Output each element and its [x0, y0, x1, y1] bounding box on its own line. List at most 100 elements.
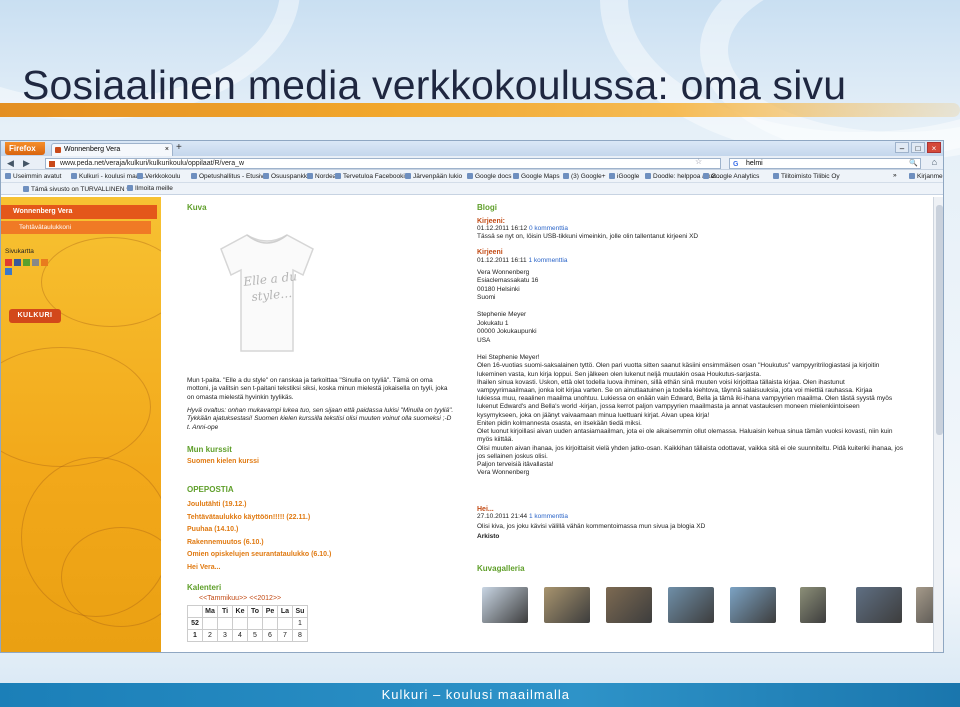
post-text: Olisi kiva, jos joku kävisi välillä vähä… — [477, 523, 706, 530]
search-value: helmi — [746, 160, 763, 167]
calendar-nav[interactable]: <<Tammikuu>> <<2012>> — [199, 595, 281, 602]
opepostia-item[interactable]: Omien opiskelujen seurantataulukko (6.10… — [187, 549, 455, 562]
bookmarks-overflow-icon[interactable]: » — [893, 172, 897, 179]
calendar-day[interactable]: 4 — [232, 629, 248, 642]
close-icon[interactable]: × — [927, 142, 941, 153]
gallery-thumbnail[interactable] — [856, 587, 902, 623]
bookmark-item[interactable]: Tilitoimisto Tilibic Oy — [773, 173, 840, 180]
bookmark-item[interactable]: Google Analytics — [703, 173, 759, 180]
letter-line: Paljon terveisiä itävallasta! — [477, 460, 554, 468]
sidebar-item-tehtavataulukko[interactable]: Tehtävätaulukkoni — [1, 221, 151, 234]
calendar-day[interactable]: 3 — [217, 629, 233, 642]
search-icon[interactable]: 🔍 — [909, 159, 918, 169]
tshirt-text: Elle a du style… — [242, 269, 298, 305]
url-input[interactable]: www.peda.net/veraja/kulkuri/kulkurikoulu… — [45, 158, 721, 169]
safety-button[interactable]: Tämä sivusto on TURVALLINEN ▾ — [23, 185, 130, 193]
share-icon[interactable] — [5, 259, 12, 266]
bookmark-item[interactable]: Tervetuloa Facebooki... — [335, 173, 410, 180]
opepostia-item[interactable]: Tehtävätaulukko käyttöön!!!!! (22.11.) — [187, 512, 455, 525]
opepostia-item[interactable]: Joulutähti (19.12.) — [187, 499, 455, 512]
calendar-day[interactable]: 1 — [292, 617, 308, 630]
post-title[interactable]: Kirjeeni: — [477, 218, 927, 225]
calendar-day[interactable] — [247, 617, 263, 630]
bookmark-item[interactable]: Google docs — [467, 173, 512, 180]
maximize-icon[interactable]: □ — [911, 142, 925, 153]
opepostia-item[interactable]: Hei Vera... — [187, 562, 455, 575]
opepostia-item[interactable]: Rakennemuutos (6.10.) — [187, 537, 455, 550]
share-icon[interactable] — [23, 259, 30, 266]
bookmark-item[interactable]: Nordea — [307, 173, 336, 180]
new-tab-button[interactable]: + — [176, 142, 182, 153]
share-icon[interactable] — [14, 259, 21, 266]
opepostia-item[interactable]: Puuhaa (14.10.) — [187, 524, 455, 537]
tshirt-image: Elle a du style… — [217, 227, 317, 357]
sidebar-item-user[interactable]: Wonnenberg Vera — [1, 205, 157, 219]
share-icon[interactable] — [41, 259, 48, 266]
scrollbar[interactable] — [933, 197, 943, 652]
back-arrow-icon[interactable]: ◀ — [7, 158, 14, 169]
letter-line: Olisi muuten aivan ihanaa, jos kirjoitta… — [477, 444, 903, 452]
calendar-day[interactable]: 2 — [202, 629, 218, 642]
sitemap-link[interactable]: Sivukartta — [5, 248, 34, 255]
bookmark-item[interactable]: Osuuspankki — [263, 173, 309, 180]
bookmark-item[interactable]: Kirjanmerkit — [909, 173, 943, 180]
gallery-thumbnail[interactable] — [800, 587, 826, 623]
calendar-day-header: To — [247, 605, 263, 618]
google-icon: G — [733, 161, 739, 168]
letter-greeting: Hei Stephenie Meyer! — [477, 354, 540, 362]
report-button[interactable]: Ilmoita meille — [127, 185, 173, 192]
calendar-day[interactable] — [202, 617, 218, 630]
comments-link[interactable]: 1 kommenttia — [528, 257, 567, 264]
calendar-day[interactable] — [232, 617, 248, 630]
bookmarks-toolbar: Useimmin avatut Kulkuri - koulusi maail..… — [1, 170, 943, 183]
gallery-thumbnail[interactable] — [668, 587, 714, 623]
bookmark-item[interactable]: iGoogle — [609, 173, 639, 180]
gallery-thumbnail[interactable] — [544, 587, 590, 623]
calendar-day[interactable]: 8 — [292, 629, 308, 642]
firefox-menu-button[interactable]: Firefox — [5, 142, 45, 155]
home-icon[interactable]: ⌂ — [932, 157, 937, 167]
gallery-thumbnail[interactable] — [606, 587, 652, 623]
web-page: Wonnenberg Vera Tehtävätaulukkoni Sivuka… — [1, 197, 943, 652]
slide-title: Sosiaalinen media verkkokoulussa: oma si… — [22, 62, 847, 108]
course-link[interactable]: Suomen kielen kurssi — [187, 458, 455, 466]
comments-link[interactable]: 1 kommenttia — [529, 513, 568, 520]
post-title[interactable]: Kirjeeni — [477, 249, 927, 257]
scrollbar-thumb[interactable] — [936, 205, 943, 435]
bookmark-item[interactable]: Useimmin avatut — [5, 173, 61, 180]
gallery-heading: Kuvagalleria — [477, 564, 525, 573]
search-input[interactable]: G helmi 🔍 — [729, 158, 921, 169]
calendar-week-number: 1 — [187, 629, 203, 642]
gallery-thumbnail[interactable] — [730, 587, 776, 623]
calendar-day[interactable] — [262, 617, 278, 630]
bookmark-item[interactable]: (3) Google+ — [563, 173, 606, 180]
tab-close-icon[interactable]: × — [165, 144, 169, 156]
letter-line: Ihailen sinua kovasti. Uskon, että olet … — [477, 378, 845, 386]
bookmark-item[interactable]: Verkkokoulu — [137, 173, 180, 180]
letter-line: lukenut Edward's and Bella's world -kirj… — [477, 403, 860, 411]
share-icon[interactable] — [32, 259, 39, 266]
post-title[interactable]: Hei... — [477, 506, 927, 513]
calendar-day[interactable]: 6 — [262, 629, 278, 642]
calendar: Ma Ti Ke To Pe La Su 52 1 1 2 3 4 5 6 7 … — [187, 605, 308, 642]
address-line: 00000 Jokukaupunki — [477, 328, 537, 336]
blog-post: Kirjeeni 01.12.2011 16:11 1 kommenttia V… — [477, 249, 927, 477]
share-icon[interactable] — [5, 268, 12, 275]
bookmark-item[interactable]: Google Maps — [513, 173, 560, 180]
archive-link[interactable]: Arkisto — [477, 533, 927, 540]
letter-line: lukeminen vasta, kun kirja loppui. Sen j… — [477, 370, 761, 378]
post-meta: 27.10.2011 21:44 1 kommenttia — [477, 513, 927, 520]
browser-tab[interactable]: Wonnenberg Vera × — [51, 143, 173, 156]
star-icon[interactable]: ☆ — [695, 157, 702, 166]
kalenteri-heading: Kalenteri — [187, 583, 222, 592]
minimize-icon[interactable]: – — [895, 142, 909, 153]
forward-arrow-icon[interactable]: ▶ — [23, 158, 30, 169]
calendar-day[interactable] — [277, 617, 293, 630]
calendar-day[interactable]: 7 — [277, 629, 293, 642]
bookmark-item[interactable]: Järvenpään lukio — [405, 173, 462, 180]
bookmark-item[interactable]: Opetushallitus - Etusivu — [191, 173, 267, 180]
calendar-day[interactable] — [217, 617, 233, 630]
comments-link[interactable]: 0 kommenttia — [529, 225, 568, 232]
gallery-thumbnail[interactable] — [482, 587, 528, 623]
calendar-day[interactable]: 5 — [247, 629, 263, 642]
